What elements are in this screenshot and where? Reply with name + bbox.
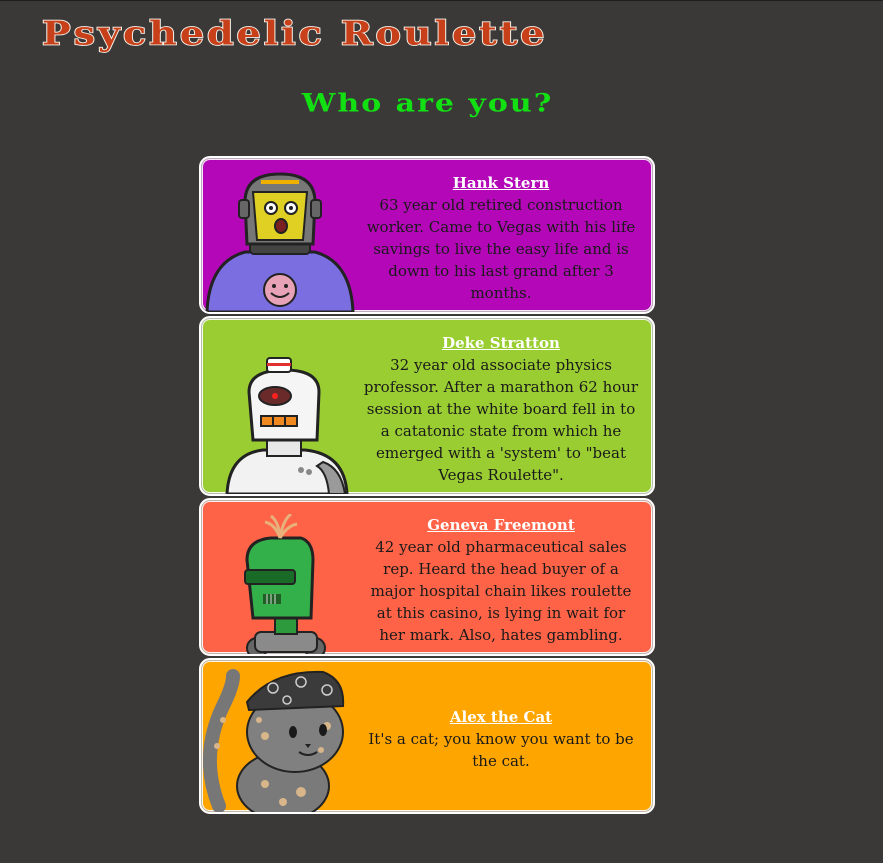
character-select-heading: Who are you? bbox=[301, 88, 554, 119]
character-description: 32 year old associate physics professor.… bbox=[363, 356, 639, 484]
character-card-deke[interactable]: Deke Stratton 32 year old associate phys… bbox=[199, 316, 655, 496]
character-description: 63 year old retired construction worker.… bbox=[366, 196, 636, 302]
character-name[interactable]: Geneva Freemont bbox=[363, 514, 639, 536]
character-card-hank[interactable]: Hank Stern 63 year old retired construct… bbox=[199, 156, 655, 314]
geneva-robot-portrait bbox=[244, 514, 326, 654]
character-card-alex[interactable]: Alex the Cat It's a cat; you know you wa… bbox=[199, 658, 655, 814]
character-description: It's a cat; you know you want to be the … bbox=[368, 730, 634, 770]
character-card-geneva[interactable]: Geneva Freemont 42 year old pharmaceutic… bbox=[199, 498, 655, 656]
site-title: Psychedelic Roulette bbox=[41, 13, 548, 53]
character-name[interactable]: Hank Stern bbox=[363, 172, 639, 194]
deke-robot-portrait bbox=[225, 357, 349, 494]
hank-robot-portrait bbox=[205, 172, 355, 312]
character-name[interactable]: Deke Stratton bbox=[363, 332, 639, 354]
character-description: 42 year old pharmaceutical sales rep. He… bbox=[370, 538, 632, 644]
character-name[interactable]: Alex the Cat bbox=[363, 706, 639, 728]
alex-cat-portrait bbox=[203, 669, 345, 812]
